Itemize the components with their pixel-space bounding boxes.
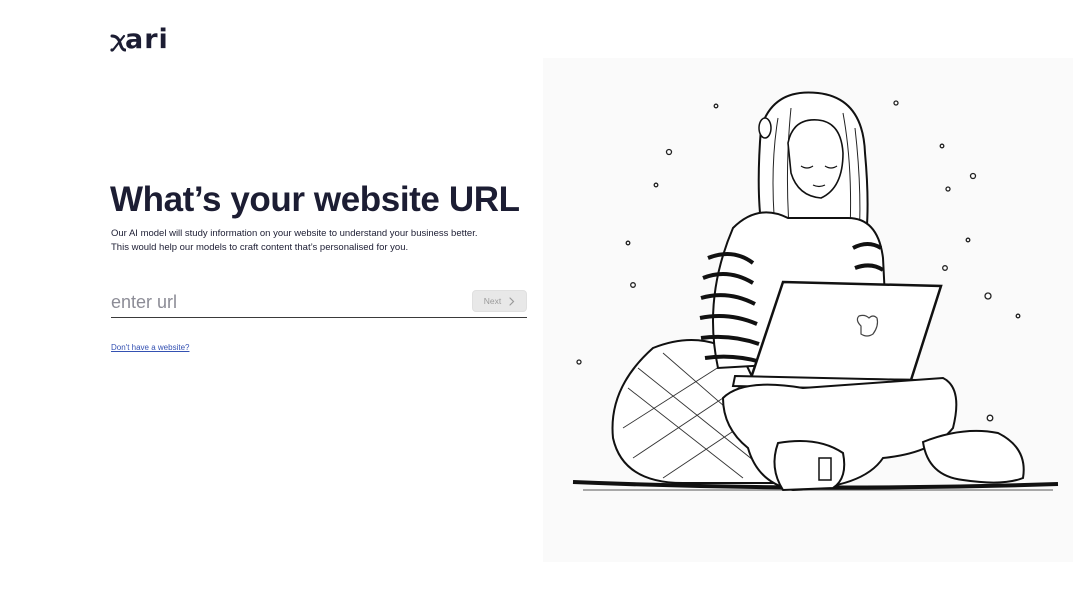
chevron-right-icon xyxy=(509,296,515,306)
description: Our AI model will study information on y… xyxy=(111,227,491,254)
girl-with-laptop-illustration xyxy=(543,58,1073,562)
x-logo-mark-icon xyxy=(110,34,126,52)
next-button[interactable]: Next xyxy=(472,290,527,312)
url-input[interactable] xyxy=(111,288,461,316)
page-title: What’s your website URL xyxy=(110,180,520,219)
description-line-1: Our AI model will study information on y… xyxy=(111,228,478,239)
logo-text: ari xyxy=(125,24,169,55)
no-website-link[interactable]: Don't have a website? xyxy=(111,343,189,352)
xari-logo: ari xyxy=(110,24,169,55)
illustration-drawing xyxy=(572,91,1059,492)
description-line-2: This would help our models to craft cont… xyxy=(111,241,409,253)
next-button-label: Next xyxy=(483,296,502,306)
url-field-container: Next xyxy=(111,286,527,318)
